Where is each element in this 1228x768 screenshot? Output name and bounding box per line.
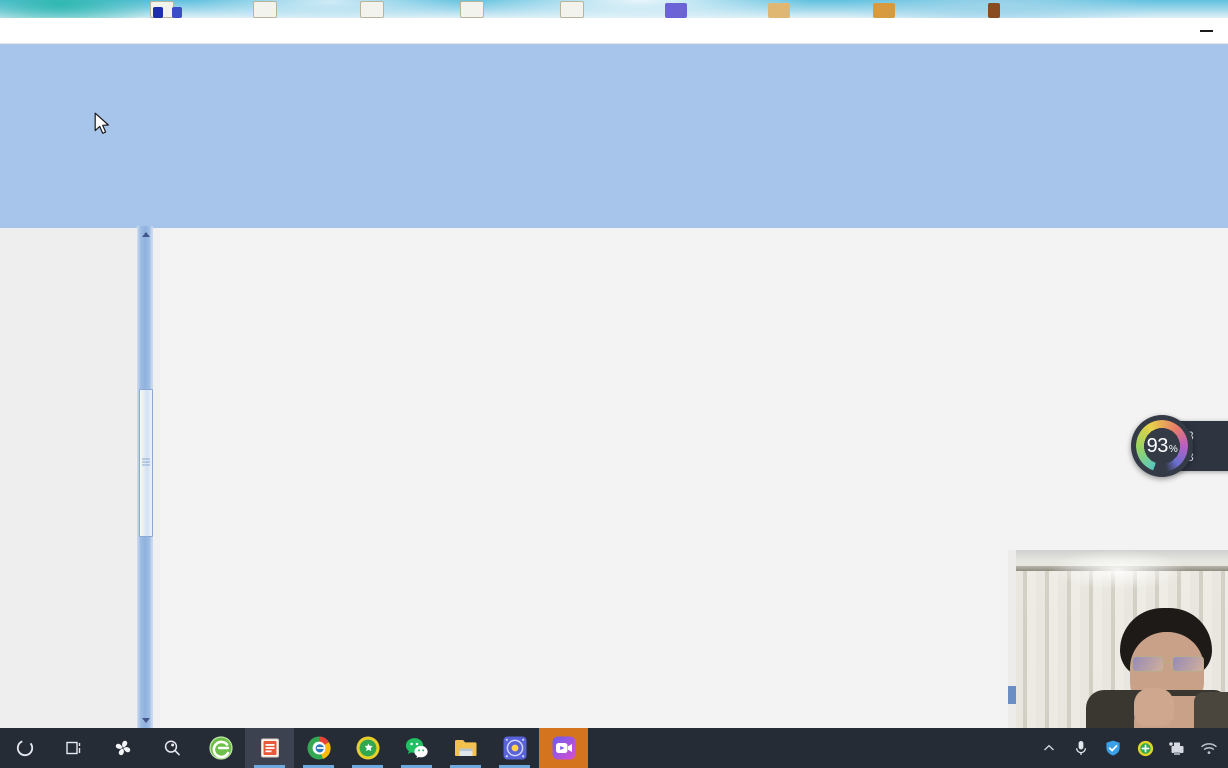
screen-root: 1.3 1.3 93 % [0, 0, 1228, 768]
green-browser-icon [208, 736, 233, 760]
desktop-icon[interactable] [360, 1, 384, 18]
blue-content-panel [0, 44, 1228, 228]
taskbar-item-chrome-browser[interactable] [294, 728, 343, 768]
desktop-icon[interactable] [873, 3, 895, 18]
shield-icon [1106, 740, 1120, 756]
window-titlebar [0, 18, 1228, 44]
microphone-icon [1075, 741, 1087, 755]
minimize-icon [1199, 30, 1213, 32]
search-icon [164, 740, 180, 756]
webcam-person-glasses [1132, 656, 1204, 672]
taskbar-item-blue-disc-app[interactable] [490, 728, 539, 768]
glasses-left-lens [1132, 656, 1164, 672]
desktop-icon[interactable] [988, 3, 1000, 18]
task-view-icon [65, 741, 80, 755]
taskbar-item-task-view[interactable] [49, 728, 98, 768]
taskbar-item-search[interactable] [147, 728, 196, 768]
webcam-person-hand [1134, 688, 1174, 726]
file-explorer-icon [454, 740, 476, 756]
chevron-up-icon [1044, 744, 1054, 751]
desktop-icon[interactable] [460, 1, 484, 18]
document-page [160, 228, 1008, 728]
tray-item-chevron-up[interactable] [1040, 738, 1058, 758]
scrollbar-grip-icon [142, 458, 150, 468]
cpu-usage-value: 93 % [1147, 435, 1178, 458]
scroll-up-button[interactable] [138, 226, 154, 242]
chevron-down-icon [142, 717, 150, 723]
content-left-margin [0, 228, 136, 728]
desktop-icon[interactable] [665, 3, 687, 18]
chevron-up-icon [142, 231, 150, 237]
blue-disc-app-icon [503, 736, 526, 760]
tray-item-printer[interactable] [1168, 738, 1186, 758]
desktop-icon[interactable] [560, 1, 584, 18]
minimize-button[interactable] [1192, 22, 1220, 40]
webcam-video-feed[interactable] [1008, 550, 1228, 728]
network-monitor-widget[interactable]: 1.3 1.3 93 % [1131, 415, 1228, 477]
desktop-icon[interactable] [768, 3, 790, 18]
desktop-icon[interactable] [172, 7, 182, 18]
webcam-light-glow [1048, 550, 1188, 590]
taskbar-system-tray [1040, 728, 1228, 768]
scrollbar-thumb[interactable] [139, 389, 153, 537]
taskbar-pinned-items [0, 728, 588, 768]
taskbar-item-file-explorer[interactable] [441, 728, 490, 768]
presentation-app-icon [260, 738, 279, 758]
tray-item-shield[interactable] [1104, 738, 1122, 758]
plus-circle-icon [1137, 740, 1153, 756]
desktop-icon[interactable] [153, 7, 163, 18]
security-shield-icon [356, 736, 379, 760]
tray-item-microphone[interactable] [1072, 738, 1090, 758]
vertical-scrollbar[interactable] [137, 226, 153, 728]
scroll-down-button[interactable] [138, 712, 154, 728]
taskbar-item-video-meeting[interactable] [539, 728, 588, 768]
taskbar-item-green-browser[interactable] [196, 728, 245, 768]
wifi-icon [1201, 742, 1217, 754]
glasses-right-lens [1172, 656, 1204, 672]
tray-item-wifi[interactable] [1200, 738, 1218, 758]
cortana-icon [16, 739, 33, 757]
wechat-icon [405, 738, 428, 759]
tray-item-plus-circle[interactable] [1136, 738, 1154, 758]
pinwheel-app-icon [115, 740, 130, 756]
video-meeting-icon [552, 736, 575, 760]
desktop-icon[interactable] [253, 1, 277, 18]
percent-symbol: % [1168, 443, 1178, 455]
chrome-browser-icon [307, 736, 331, 760]
webcam-border-accent [1008, 686, 1016, 704]
webcam-person-sleeve [1194, 692, 1228, 728]
taskbar-item-pinwheel-app[interactable] [98, 728, 147, 768]
printer-icon [1169, 742, 1184, 755]
desktop-wallpaper-strip [0, 0, 1228, 18]
windows-taskbar [0, 728, 1228, 768]
cpu-usage-gauge[interactable]: 93 % [1131, 415, 1193, 477]
taskbar-item-cortana[interactable] [0, 728, 49, 768]
cpu-percent-number: 93 [1146, 434, 1169, 457]
webcam-left-border [1008, 550, 1016, 728]
taskbar-item-security-shield[interactable] [343, 728, 392, 768]
taskbar-item-wechat[interactable] [392, 728, 441, 768]
taskbar-item-presentation-app[interactable] [245, 728, 294, 768]
